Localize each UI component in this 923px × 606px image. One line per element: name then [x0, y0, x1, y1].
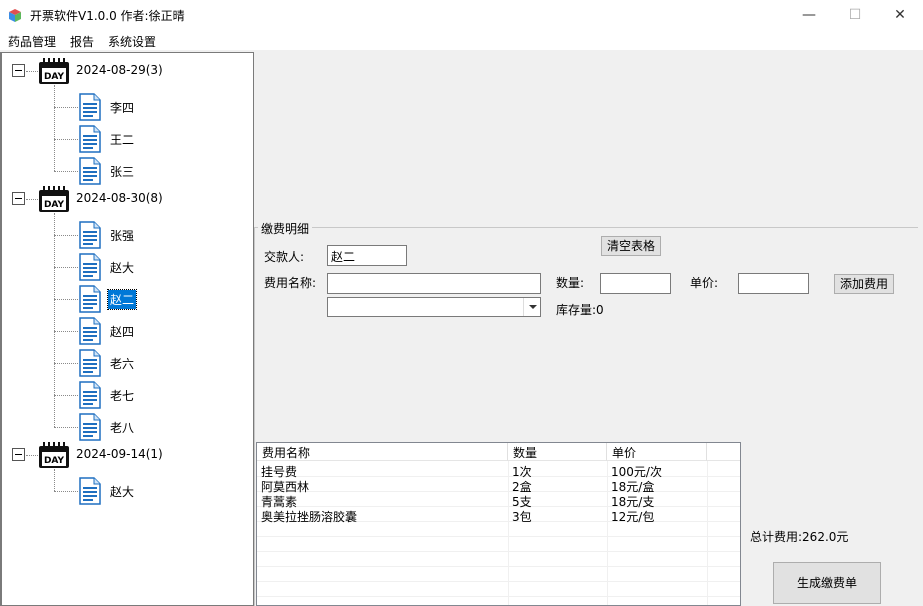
collapse-toggle[interactable] [12, 64, 25, 77]
tree-connector [26, 455, 38, 456]
column-header[interactable]: 单价 [607, 443, 707, 461]
tree-connector [54, 427, 78, 428]
tree-connector [54, 363, 78, 364]
tree-connector [26, 199, 38, 200]
tree-person-node[interactable]: 张强 [108, 226, 136, 245]
tree-person-node[interactable]: 老七 [108, 386, 136, 405]
grid-row-line [257, 506, 740, 507]
column-header-filler [707, 443, 740, 461]
table-cell: 12元/包 [611, 510, 655, 524]
document-icon [78, 317, 102, 345]
maximize-button[interactable]: ☐ [832, 0, 878, 30]
document-icon [78, 221, 102, 249]
tree-person-node[interactable]: 王二 [108, 130, 136, 149]
tree-connector [26, 71, 38, 72]
grid-row-line [257, 491, 740, 492]
unit-price-label: 单价: [690, 276, 719, 290]
payer-label: 交款人: [264, 250, 305, 264]
stock-label: 库存量:0 [556, 303, 604, 317]
tree-person-node[interactable]: 张三 [108, 162, 136, 181]
quantity-input[interactable] [600, 273, 671, 294]
tree-connector [54, 85, 55, 171]
close-button[interactable]: ✕ [877, 0, 923, 30]
record-tree[interactable]: DAY 2024-08-29(3) 李四王二张三 DAY 2024-08-30(8) 张强… [0, 52, 254, 606]
tree-date-node[interactable]: 2024-08-30(8) [76, 191, 163, 205]
tree-connector [54, 107, 78, 108]
table-cell: 3包 [512, 510, 532, 524]
document-icon [78, 93, 102, 121]
total-fee-label: 总计费用:262.0元 [750, 530, 849, 544]
document-icon [78, 381, 102, 409]
column-header[interactable]: 费用名称 [257, 443, 508, 461]
svg-text:DAY: DAY [44, 72, 65, 82]
fee-name-label: 费用名称: [264, 276, 317, 290]
collapse-toggle[interactable] [12, 192, 25, 205]
svg-text:DAY: DAY [44, 200, 65, 210]
grid-row-line [257, 566, 740, 567]
table-cell: 奥美拉挫肠溶胶囊 [261, 510, 358, 524]
window-title: 开票软件V1.0.0 作者:徐正晴 [30, 9, 185, 23]
tree-person-node[interactable]: 老八 [108, 418, 136, 437]
unit-price-input[interactable] [738, 273, 809, 294]
tree-date-node[interactable]: 2024-09-14(1) [76, 447, 163, 461]
grid-row-line [257, 581, 740, 582]
calendar-day-icon: DAY [38, 57, 70, 85]
tree-person-node[interactable]: 赵大 [108, 482, 136, 501]
tree-connector [54, 395, 78, 396]
tree-person-node[interactable]: 赵大 [108, 258, 136, 277]
document-icon [78, 125, 102, 153]
tree-connector [54, 299, 78, 300]
document-icon [78, 413, 102, 441]
calendar-day-icon: DAY [38, 441, 70, 469]
collapse-toggle[interactable] [12, 448, 25, 461]
grid-row-line [257, 551, 740, 552]
quantity-label: 数量: [556, 276, 585, 290]
generate-bill-button[interactable]: 生成缴费单 [773, 562, 881, 604]
tree-connector [54, 267, 78, 268]
tree-connector [54, 171, 78, 172]
menu-system-settings[interactable]: 系统设置 [108, 33, 156, 50]
calendar-day-icon: DAY [38, 185, 70, 213]
menu-report[interactable]: 报告 [70, 33, 94, 50]
document-icon [78, 349, 102, 377]
add-fee-button[interactable]: 添加费用 [834, 274, 894, 294]
svg-text:DAY: DAY [44, 456, 65, 466]
tree-connector [54, 331, 78, 332]
tree-connector [54, 491, 78, 492]
tree-date-node[interactable]: 2024-08-29(3) [76, 63, 163, 77]
tree-person-node[interactable]: 李四 [108, 98, 136, 117]
document-icon [78, 285, 102, 313]
payer-input[interactable]: 赵二 [327, 245, 407, 266]
document-icon [78, 253, 102, 281]
grid-row-line [257, 596, 740, 597]
tree-connector [54, 469, 55, 491]
fee-name-input[interactable] [327, 273, 541, 294]
grid-column-line [508, 461, 509, 605]
grid-row-line [257, 476, 740, 477]
clear-table-button[interactable]: 清空表格 [601, 236, 661, 256]
grid-column-line [607, 461, 608, 605]
menu-medicine-management[interactable]: 药品管理 [8, 33, 56, 50]
fee-table[interactable]: 费用名称 数量 单价 挂号费 1次 100元/次 阿莫西林 2盒 18元/盒 青蒿素 5支 18元/支… [256, 442, 741, 606]
tree-person-node[interactable]: 老六 [108, 354, 136, 373]
fee-dropdown[interactable] [327, 297, 541, 317]
minimize-button[interactable]: — [786, 0, 832, 30]
group-title: 缴费明细 [258, 220, 313, 237]
document-icon [78, 477, 102, 505]
column-header[interactable]: 数量 [508, 443, 607, 461]
grid-row-line [257, 536, 740, 537]
chevron-down-icon[interactable] [523, 298, 540, 316]
tree-connector [54, 139, 78, 140]
tree-person-node[interactable]: 赵二 [106, 289, 138, 310]
title-bar: 开票软件V1.0.0 作者:徐正晴 — ☐ ✕ [0, 0, 923, 30]
tree-connector [54, 235, 78, 236]
tree-person-node[interactable]: 赵四 [108, 322, 136, 341]
document-icon [78, 157, 102, 185]
grid-column-line [707, 461, 708, 605]
menu-bar: 药品管理 报告 系统设置 [0, 30, 923, 50]
app-icon [9, 9, 21, 22]
